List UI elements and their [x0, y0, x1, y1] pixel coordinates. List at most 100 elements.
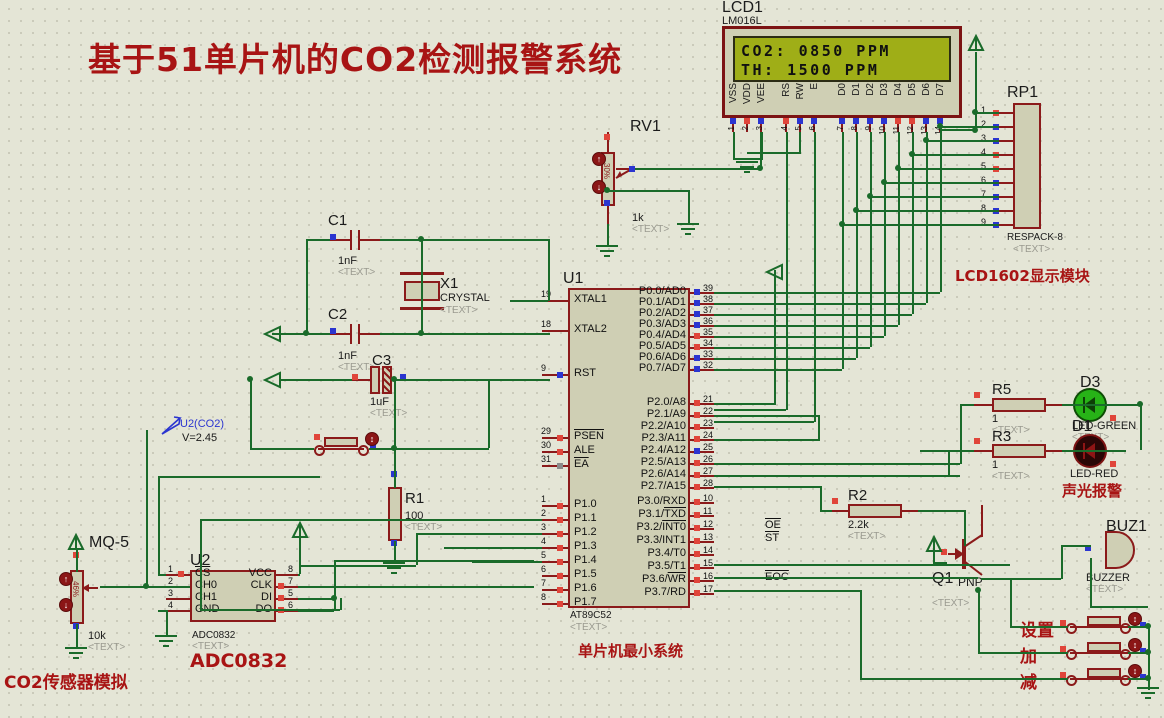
wire-junction [418, 330, 424, 336]
r3-lead-right [1046, 450, 1062, 452]
x1-ref-label: X1 [440, 275, 459, 292]
lcd-line-1: CO2: 0850 PPM [741, 42, 891, 60]
c2-lead-right [360, 333, 380, 335]
mcu-p2-pin-marker-27 [694, 472, 700, 478]
keypad-button-cap-1[interactable] [1087, 642, 1121, 652]
wire-lcd-data-h-1 [926, 140, 999, 142]
mcu-pin-stub-18 [542, 330, 568, 332]
c1-ref-label: C1 [328, 212, 348, 229]
annotation-sensor: CO2传感器模拟 [4, 673, 128, 693]
keypad-button-cap-2[interactable] [1087, 668, 1121, 678]
wire-p2_0-up [774, 270, 776, 404]
respack-pin-stub-4 [999, 154, 1013, 156]
lcd-pin-marker-4 [783, 118, 789, 124]
mcu-p2-pin-number-28: 28 [703, 478, 714, 488]
mcu-p3-pin-number-17: 17 [703, 584, 714, 594]
mcu-pin-number-9: 9 [541, 363, 547, 373]
schematic-canvas[interactable]: 基于51单片机的CO2检测报警系统 LCD1 LM016L <TEXT> CO2… [0, 0, 1164, 718]
lcd-pin-marker-3 [758, 118, 764, 124]
wire-lcd-vss-down [733, 132, 735, 160]
wire-adc-gnd-v [166, 610, 168, 636]
mq5-probe-down[interactable]: ↓ [59, 598, 73, 612]
r3-body[interactable] [992, 444, 1046, 458]
mcu-p3-pin-marker-11 [694, 512, 700, 518]
c2-node-marker [330, 328, 336, 334]
respack-pin-stub-1 [999, 112, 1013, 114]
lcd-pin-number-6: 6 [808, 126, 817, 131]
mcu-pin-number-5: 5 [541, 550, 547, 560]
keypad-button-cap-0[interactable] [1087, 616, 1121, 626]
ground-symbol-keypad [1137, 687, 1159, 699]
lcd-pin-name-vdd: VDD [742, 83, 753, 105]
lcd-pin-name-d0: D0 [837, 83, 848, 96]
mcu-p0-pin-marker-38 [694, 300, 700, 306]
mcu-p2-pin-marker-21 [694, 400, 700, 406]
mcu-p2-pin-number-21: 21 [703, 394, 714, 404]
mcu-p0-pin-marker-35 [694, 333, 700, 339]
mcu-pin-stub-5 [542, 561, 568, 563]
wire-c1-left [306, 239, 330, 241]
lcd-pin-number-1: 1 [727, 126, 736, 131]
wire-p1_2-v [416, 533, 418, 565]
terminal-p2_0 [764, 263, 783, 281]
respack-part-label: RESPACK-8 [1007, 232, 1063, 243]
annotation-mcu: 单片机最小系统 [578, 642, 684, 660]
mcu-p3-pin-number-12: 12 [703, 519, 714, 529]
reset-button-node-right [358, 445, 369, 456]
lcd-pin-number-8: 8 [850, 126, 859, 131]
respack-body[interactable] [1013, 103, 1041, 229]
wire-mq5-vcc [76, 550, 78, 572]
mcu-p2-pin-marker-22 [694, 412, 700, 418]
keypad-label-1: 加 [1020, 647, 1037, 667]
r2-body[interactable] [848, 504, 902, 518]
wire-buzzer-bottom [1090, 606, 1148, 608]
c3-value-label: 1uF [370, 396, 389, 408]
reset-button-probe[interactable]: ↕ [365, 432, 379, 446]
r5-lead-right [1046, 404, 1062, 406]
mcu-p3-pin-number-14: 14 [703, 545, 714, 555]
lcd-pin-name-d7: D7 [935, 83, 946, 96]
power-symbol-mq5 [67, 532, 85, 550]
r2-text-tag: <TEXT> [848, 531, 886, 542]
keypad-node-left-2 [1066, 675, 1077, 686]
wire-p3-keypad2 [714, 590, 860, 592]
respack-pin-stub-6 [999, 182, 1013, 184]
probe-value: V=2.45 [182, 432, 218, 444]
wire-p0-down-7 [842, 224, 844, 369]
wire-lcd-data-h-5 [870, 196, 999, 198]
mcu-pin-number-8: 8 [541, 592, 547, 602]
wire-junction [418, 236, 424, 242]
mcu-part-label: AT89C52 [570, 610, 612, 621]
adc-pin-stub-8 [276, 574, 298, 576]
adc-pin-label-ch0: CH0 [195, 579, 218, 591]
r5-body[interactable] [992, 398, 1046, 412]
mcu-p3-pin-marker-16 [694, 577, 700, 583]
mcu-p0-pin-number-33: 33 [703, 349, 714, 359]
mcu-pin-stub-2 [542, 519, 568, 521]
mcu-p3-pin-label-p35t1: P3.5/T1 [647, 560, 686, 572]
annotation-alarm: 声光报警 [1062, 482, 1123, 500]
wire-r2-up [820, 486, 822, 512]
mcu-p0-pin-number-32: 32 [703, 360, 714, 370]
adc-pin-marker-1 [178, 571, 184, 577]
r1-body[interactable] [388, 487, 402, 541]
annotation-lcd-module: LCD1602显示模块 [955, 267, 1090, 285]
x1-value-label: CRYSTAL [440, 292, 490, 304]
page-title: 基于51单片机的CO2检测报警系统 [88, 40, 623, 79]
mcu-p2-pin-marker-24 [694, 436, 700, 442]
keypad-node-left-0 [1066, 623, 1077, 634]
mcu-p3-pin-number-10: 10 [703, 493, 714, 503]
rv1-lead-bottom [607, 206, 609, 224]
wire-r5-in [960, 404, 974, 406]
wire-xtal2-to-pin18 [460, 333, 542, 335]
c3-node-marker-left [352, 374, 358, 380]
r5-lead-left [974, 404, 992, 406]
reset-button-cap[interactable] [324, 437, 358, 447]
mcu-p0-pin-marker-32 [694, 366, 700, 372]
wire-p0-down-0 [940, 126, 942, 292]
mcu-p3-pin-label-p34t0: P3.4/T0 [647, 547, 686, 559]
reset-button-marker-left [314, 434, 320, 440]
c3-text-tag: <TEXT> [370, 408, 408, 419]
mq5-probe-up[interactable]: ↑ [59, 572, 73, 586]
mcu-pin-stub-1 [542, 505, 568, 507]
